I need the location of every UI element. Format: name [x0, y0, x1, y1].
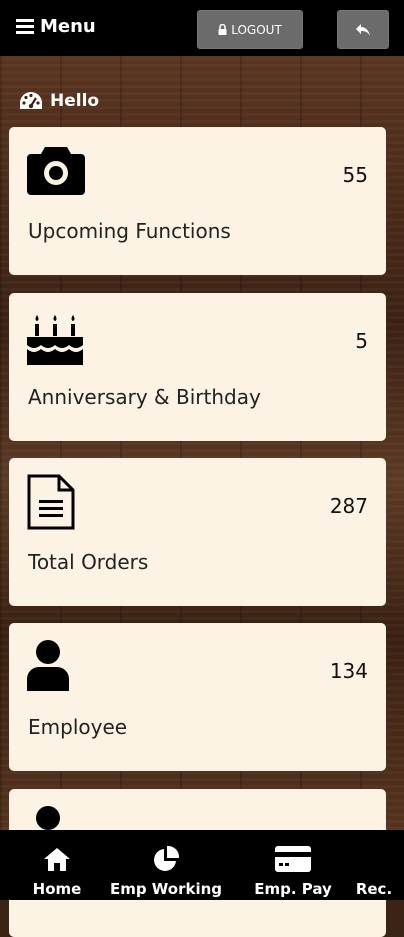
nav-home[interactable]: Home: [22, 830, 92, 900]
nav-home-label: Home: [32, 880, 82, 898]
logout-button[interactable]: LOGOUT: [197, 10, 303, 49]
menu-label: Menu: [40, 15, 96, 37]
card-employee[interactable]: 134 Employee: [9, 623, 386, 771]
nav-emp-working-label: Emp Working: [109, 880, 223, 898]
card-total-orders[interactable]: 287 Total Orders: [9, 458, 386, 606]
nav-emp-working[interactable]: Emp Working: [109, 830, 223, 900]
nav-rec-label: Rec.: [355, 880, 393, 898]
card-upcoming-functions[interactable]: 55 Upcoming Functions: [9, 127, 386, 275]
reply-arrow-icon: [356, 23, 370, 36]
greeting-text: Hello: [50, 91, 100, 111]
birthday-cake-icon: [27, 315, 83, 365]
card-anniversary-birthday[interactable]: 5 Anniversary & Birthday: [9, 293, 386, 441]
card-label: Upcoming Functions: [28, 219, 231, 243]
greeting-heading: Hello: [18, 90, 99, 112]
nav-rec[interactable]: Rec.: [354, 830, 394, 900]
nav-emp-pay-label: Emp. Pay: [254, 880, 332, 898]
bottom-navigation: Home Emp Working Emp. Pay Rec.: [0, 830, 404, 900]
camera-icon: [27, 147, 85, 195]
card-count: 134: [329, 659, 368, 683]
back-button[interactable]: [337, 10, 389, 49]
document-icon: [27, 474, 75, 530]
card-label: Anniversary & Birthday: [28, 385, 261, 409]
top-bar: Menu LOGOUT: [0, 0, 404, 56]
home-icon: [44, 848, 70, 871]
card-label: Employee: [28, 715, 128, 739]
card-count: 5: [355, 329, 368, 353]
card-count: 55: [342, 163, 368, 187]
nav-emp-pay[interactable]: Emp. Pay: [245, 830, 341, 900]
card-count: 287: [329, 494, 368, 518]
lock-icon: [218, 24, 227, 35]
menu-button[interactable]: Menu: [16, 12, 96, 40]
dashboard-gauge-icon: [20, 92, 42, 109]
logout-label: LOGOUT: [231, 22, 282, 37]
card-label: Total Orders: [28, 550, 149, 574]
user-icon: [27, 640, 69, 691]
hamburger-icon: [16, 19, 34, 34]
credit-card-icon: [275, 846, 311, 872]
pie-chart-icon: [154, 845, 180, 871]
